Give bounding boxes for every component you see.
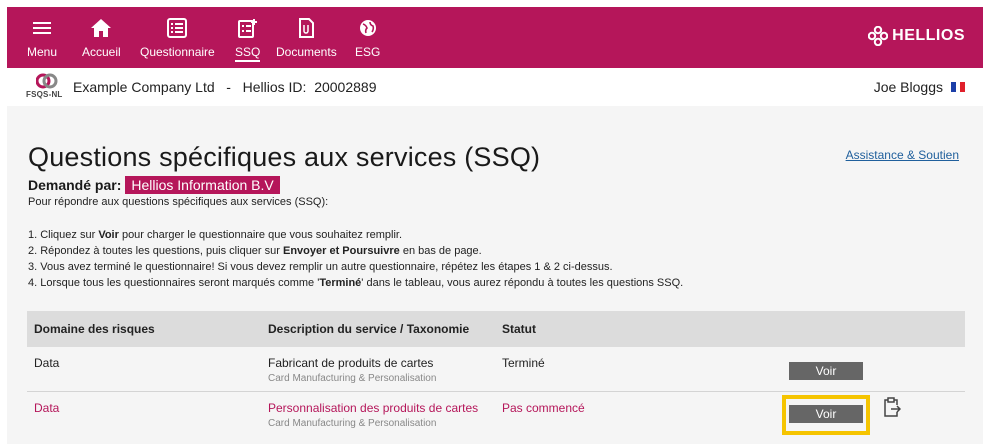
nav-questionnaire[interactable]: Questionnaire: [140, 17, 215, 59]
clipboard-export-icon[interactable]: [883, 397, 901, 417]
fsqs-logo-text: FSQS-NL: [26, 90, 63, 99]
row-domain: Data: [34, 356, 60, 370]
nav-ssq[interactable]: SSQ: [235, 17, 261, 62]
requested-by-org: Hellios Information B.V: [125, 176, 280, 194]
ssq-table: Domaine des risques Description du servi…: [27, 311, 965, 437]
step-3: 3. Vous avez terminé le questionnaire! S…: [28, 261, 613, 273]
row-description: Fabricant de produits de cartes Card Man…: [268, 356, 436, 384]
company-info: Example Company Ltd - Hellios ID: 200028…: [73, 79, 377, 95]
intro-text: Pour répondre aux questions spécifiques …: [28, 196, 329, 208]
step-4: 4. Lorsque tous les questionnaires seron…: [28, 277, 684, 289]
nav-documents[interactable]: Documents: [276, 17, 337, 59]
help-link[interactable]: Assistance & Soutien: [846, 148, 959, 162]
voir-button[interactable]: Voir: [789, 362, 863, 380]
nav-ssq-label: SSQ: [235, 45, 261, 62]
page-title: Questions spécifiques aux services (SSQ): [28, 142, 541, 172]
row-description-text: Personnalisation des produits de cartes: [268, 401, 479, 415]
requested-by-label: Demandé par:: [28, 177, 122, 193]
row-description-text: Fabricant de produits de cartes: [268, 356, 434, 370]
nav-esg-label: ESG: [355, 45, 381, 59]
user-name[interactable]: Joe Bloggs: [874, 79, 943, 95]
globe-icon: [359, 17, 377, 39]
nav-questionnaire-label: Questionnaire: [140, 45, 215, 59]
voir-button[interactable]: Voir: [789, 405, 863, 423]
list-icon: [167, 17, 188, 39]
requested-by: Demandé par: Hellios Information B.V: [28, 176, 280, 194]
nav-menu[interactable]: Menu: [27, 17, 57, 59]
home-icon: [90, 17, 112, 39]
nav-documents-label: Documents: [276, 45, 337, 59]
row-description: Personnalisation des produits de cartes …: [268, 401, 478, 429]
header-domain: Domaine des risques: [34, 322, 155, 336]
row-status: Terminé: [502, 356, 545, 370]
company-bar: FSQS-NL Example Company Ltd - Hellios ID…: [7, 68, 983, 106]
hellios-logo-icon: [868, 26, 889, 46]
french-flag-icon[interactable]: [951, 82, 966, 92]
nav-accueil-label: Accueil: [82, 45, 121, 59]
step-1: 1. Cliquez sur Voir pour charger le ques…: [28, 229, 403, 241]
hamburger-icon: [33, 17, 52, 39]
fsqs-logo: FSQS-NL: [26, 73, 68, 103]
header-status: Statut: [502, 322, 536, 336]
row-domain: Data: [34, 401, 60, 415]
documents-icon: [297, 17, 315, 39]
top-nav-bar: Menu Accueil Questionnaire SSQ Documents…: [7, 7, 983, 68]
table-row: Data Personnalisation des produits de ca…: [27, 392, 965, 437]
nav-accueil[interactable]: Accueil: [82, 17, 121, 59]
row-status: Pas commencé: [502, 401, 585, 415]
main-content: Questions spécifiques aux services (SSQ)…: [7, 106, 983, 444]
table-row: Data Fabricant de produits de cartes Car…: [27, 347, 965, 392]
row-taxonomy: Card Manufacturing & Personalisation: [268, 418, 437, 429]
nav-esg[interactable]: ESG: [355, 17, 380, 59]
ssq-icon: [237, 17, 258, 39]
hellios-logo[interactable]: HELLIOS: [868, 26, 965, 46]
brand-name: HELLIOS: [892, 27, 965, 44]
table-header: Domaine des risques Description du servi…: [27, 311, 965, 347]
header-description: Description du service / Taxonomie: [268, 322, 470, 336]
step-2: 2. Répondez à toutes les questions, puis…: [28, 245, 482, 257]
row-taxonomy: Card Manufacturing & Personalisation: [268, 373, 437, 384]
nav-menu-label: Menu: [27, 45, 58, 59]
instruction-steps: 1. Cliquez sur Voir pour charger le ques…: [28, 227, 683, 291]
